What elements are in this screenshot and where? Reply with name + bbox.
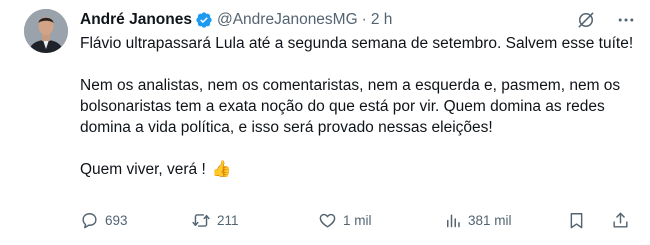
separator-dot: · <box>361 11 367 28</box>
timestamp[interactable]: 2 h <box>371 11 393 29</box>
like-button[interactable]: 1 mil <box>318 211 372 230</box>
heart-icon <box>318 211 337 230</box>
bookmark-button[interactable] <box>567 211 586 230</box>
share-button[interactable] <box>611 211 630 230</box>
tweet-header: André Janones @AndreJanonesMG · 2 h <box>80 10 392 30</box>
thumbs-up-emoji: 👍 <box>211 160 232 178</box>
reply-button[interactable]: 693 <box>80 211 128 230</box>
share-icon <box>611 211 630 230</box>
retweet-button[interactable]: 211 <box>191 211 239 230</box>
retweet-icon <box>191 211 211 230</box>
tweet-paragraph-text: Quem viver, verá ! <box>80 161 206 178</box>
top-actions <box>576 10 636 30</box>
views-button[interactable]: 381 mil <box>444 211 512 230</box>
tweet: André Janones @AndreJanonesMG · 2 h Fláv… <box>0 0 650 245</box>
retweet-count: 211 <box>217 213 239 228</box>
views-count: 381 mil <box>468 213 512 228</box>
avatar-image <box>24 9 68 53</box>
grok-icon[interactable] <box>576 10 596 30</box>
tweet-paragraph: Nem os analistas, nem os comentaristas, … <box>80 77 621 136</box>
tweet-paragraph-last: Quem viver, verá ! 👍 <box>80 159 636 180</box>
more-icon[interactable] <box>616 10 636 30</box>
verified-badge-icon <box>195 11 213 29</box>
action-bar: 693 211 1 mil 381 mil <box>80 211 636 231</box>
tweet-text: Flávio ultrapassará Lula até a segunda s… <box>80 33 636 180</box>
reply-icon <box>80 211 99 230</box>
bookmark-icon <box>567 211 586 230</box>
author-handle[interactable]: @AndreJanonesMG <box>217 11 358 29</box>
reply-count: 693 <box>105 213 128 228</box>
views-icon <box>444 211 462 230</box>
like-count: 1 mil <box>343 213 372 228</box>
author-name[interactable]: André Janones <box>80 11 192 29</box>
avatar[interactable] <box>24 9 68 53</box>
tweet-paragraph: Flávio ultrapassará Lula até a segunda s… <box>80 35 634 52</box>
